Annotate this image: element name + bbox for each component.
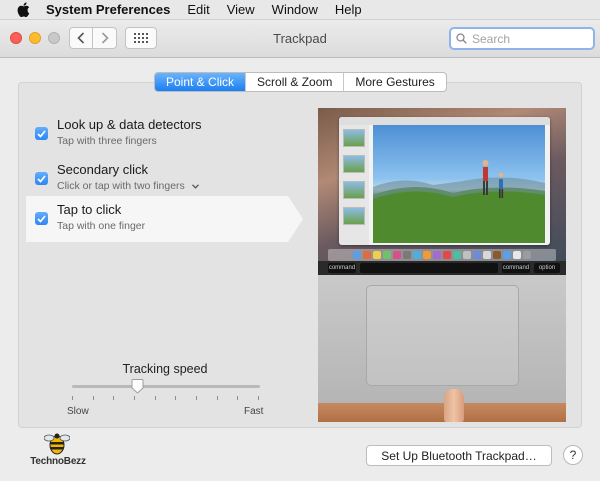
preview-finger [444,389,464,422]
preview-desk [318,403,566,422]
slider-tick [92,396,94,400]
preview-trackpad [366,285,519,386]
slider-tick [113,396,115,400]
preview-photos-window [339,117,550,245]
tracking-speed-thumb[interactable] [131,379,144,394]
menu-help[interactable]: Help [335,2,362,17]
menu-edit[interactable]: Edit [187,2,209,17]
option-subtitle: Tap with three fingers [57,135,157,147]
help-button[interactable]: ? [563,445,583,465]
menu-window[interactable]: Window [272,2,318,17]
preview-key-command-right: command [502,263,530,273]
menu-bar: System Preferences Edit View Window Help [0,0,600,20]
option-title: Tap to click [57,202,122,217]
slider-tick [237,396,239,400]
preview-hikers-photo [373,125,545,243]
tab-more-gestures[interactable]: More Gestures [343,73,445,91]
slider-tick [175,396,177,400]
slider-min-label: Slow [67,406,89,417]
slider-tick [216,396,218,400]
preview-keyboard: command command option [318,261,566,275]
logo-text: TechnoBezz [30,456,86,467]
secondary-click-checkbox[interactable] [35,172,48,185]
preview-laptop-body [318,275,566,403]
slider-tick [196,396,197,400]
tab-point-and-click[interactable]: Point & Click [155,73,246,91]
checkmark-icon [37,214,46,223]
tracking-speed-slider[interactable] [72,385,260,388]
option-title: Look up & data detectors [57,117,202,132]
secondary-click-mode-popup[interactable]: Click or tap with two fingers [57,180,199,192]
look-up-checkbox[interactable] [35,127,48,140]
option-subtitle: Tap with one finger [57,220,146,232]
tab-scroll-and-zoom[interactable]: Scroll & Zoom [245,73,343,91]
option-title: Secondary click [57,162,149,177]
slider-tick [154,396,156,400]
slider-max-label: Fast [244,406,264,417]
chevron-down-icon [191,184,199,189]
technobezz-logo: TechnoBezz [21,432,95,472]
option-tap-to-click[interactable]: Tap to click Tap with one finger [26,196,288,242]
option-look-up[interactable]: Look up & data detectors Tap with three … [26,111,288,157]
gesture-preview-video: command command option [318,108,566,422]
apple-menu-icon[interactable] [16,2,30,18]
slider-tick [258,396,259,400]
checkmark-icon [37,174,46,183]
preview-key-command-left: command [328,263,356,273]
slider-tick [72,396,73,400]
preview-key-space [360,263,498,273]
preview-key-option: option [534,263,560,273]
tracking-speed-label: Tracking speed [122,362,208,376]
slider-tick [134,396,135,400]
preview-screen: command command option [318,108,566,275]
search-placeholder: Search [472,31,511,46]
menu-view[interactable]: View [227,2,255,17]
search-input[interactable]: Search [449,27,595,50]
selection-arrow [288,196,303,242]
setup-bluetooth-trackpad-button[interactable]: Set Up Bluetooth Trackpad… [366,445,552,466]
checkmark-icon [37,129,46,138]
tab-bar: Point & Click Scroll & Zoom More Gesture… [154,72,447,92]
search-icon [456,33,467,44]
tap-to-click-checkbox[interactable] [35,212,48,225]
option-subtitle: Click or tap with two fingers [57,180,185,192]
window-titlebar: Trackpad Search [0,20,600,58]
preview-dock [328,249,556,261]
menu-app-name[interactable]: System Preferences [46,2,170,17]
